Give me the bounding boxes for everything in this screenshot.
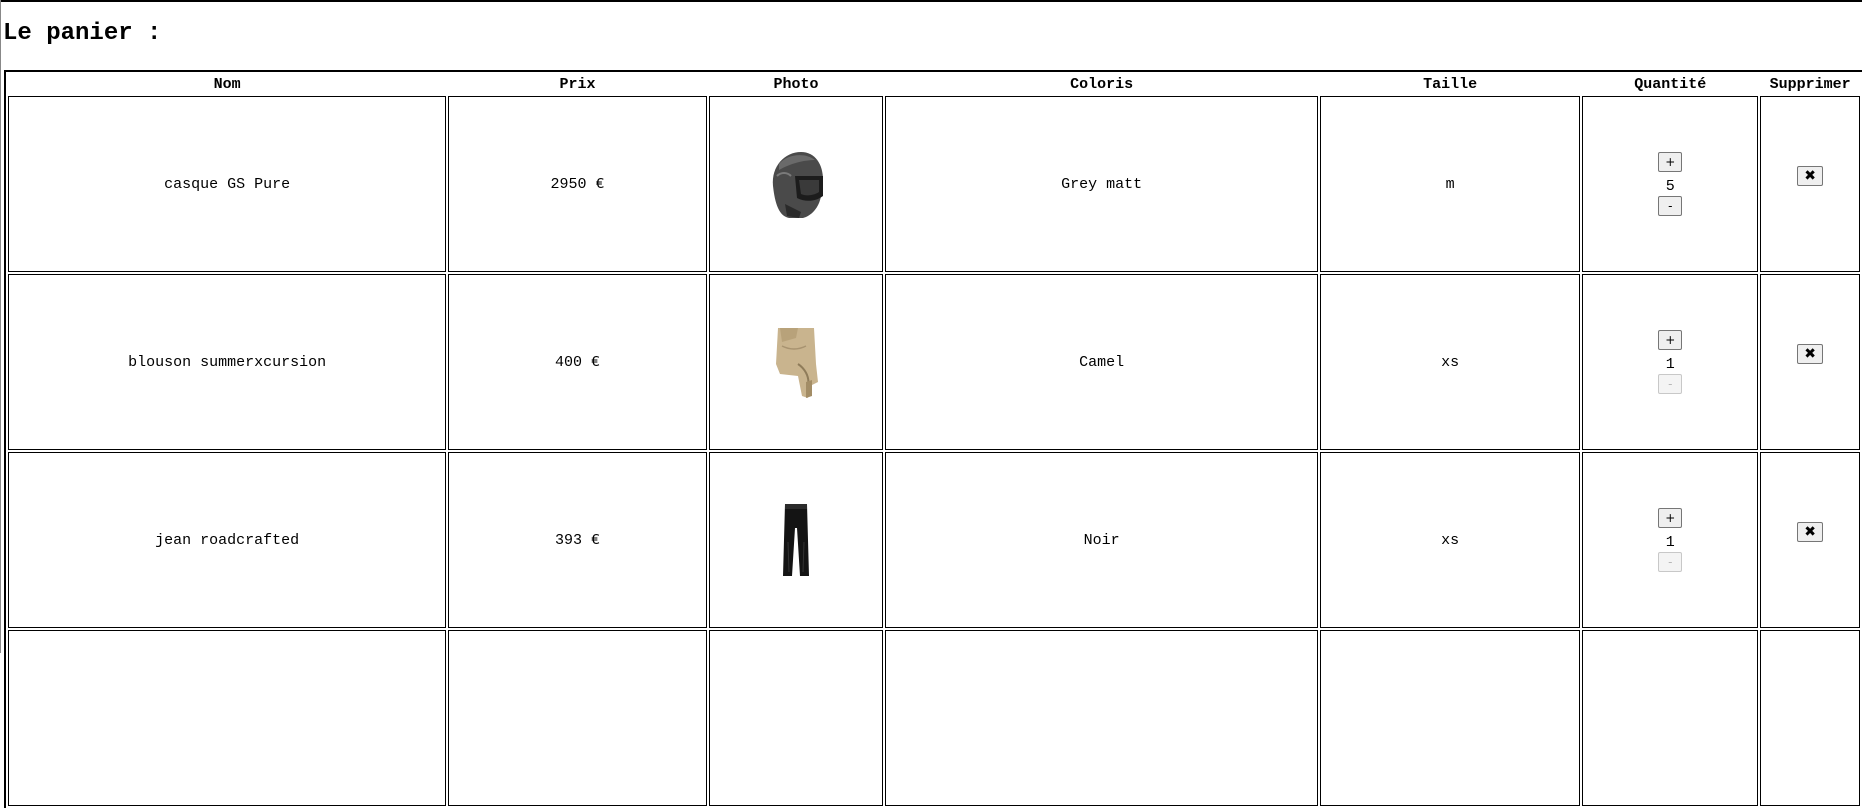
product-photo (708, 452, 884, 628)
product-size: xs (1319, 274, 1581, 450)
product-photo (708, 630, 884, 806)
product-color: Noir (885, 452, 1318, 628)
decrease-quantity-button[interactable]: - (1658, 552, 1683, 572)
increase-quantity-button[interactable]: + (1658, 508, 1683, 528)
quantity-value: 5 (1665, 178, 1675, 195)
product-price: 400 € (448, 274, 707, 450)
product-name: jean roadcrafted (8, 452, 447, 628)
header-size: Taille (1423, 75, 1478, 93)
decrease-quantity-button[interactable]: - (1658, 196, 1683, 216)
quantity-cell: + 1 - (1582, 452, 1759, 628)
table-row (8, 630, 1860, 806)
header-photo: Photo (773, 75, 819, 93)
quantity-value: 1 (1665, 356, 1675, 373)
header-color: Coloris (1070, 75, 1134, 93)
delete-cell: ✖ (1760, 452, 1860, 628)
table-row: blouson summerxcursion 400 € Camel xs + … (8, 274, 1860, 450)
cart-table: Nom Prix Photo Coloris Taille Quantité S… (4, 70, 1862, 808)
delete-cell (1760, 630, 1860, 806)
top-border (0, 0, 1862, 2)
helmet-photo (772, 152, 823, 218)
header-name: Nom (213, 75, 241, 93)
product-price: 393 € (448, 452, 707, 628)
delete-cell: ✖ (1760, 274, 1860, 450)
decrease-quantity-button[interactable]: - (1658, 374, 1683, 394)
product-color: Grey matt (885, 96, 1318, 272)
delete-button[interactable]: ✖ (1797, 166, 1824, 186)
jeans-photo (782, 504, 809, 576)
product-price: 2950 € (448, 96, 707, 272)
delete-cell: ✖ (1760, 96, 1860, 272)
product-photo (708, 96, 884, 272)
increase-quantity-button[interactable]: + (1658, 152, 1683, 172)
product-name: blouson summerxcursion (8, 274, 447, 450)
quantity-cell (1582, 630, 1759, 806)
header-price: Prix (559, 75, 596, 93)
product-size: m (1319, 96, 1581, 272)
table-row: jean roadcrafted 393 € Noir xs + 1 - ✖ (8, 452, 1860, 628)
quantity-value: 1 (1665, 534, 1675, 551)
product-name (8, 630, 447, 806)
product-color (885, 630, 1318, 806)
page-title: Le panier : (3, 20, 162, 47)
delete-button[interactable]: ✖ (1797, 344, 1824, 364)
product-size (1319, 630, 1581, 806)
product-price (448, 630, 707, 806)
increase-quantity-button[interactable]: + (1658, 330, 1683, 350)
quantity-cell: + 5 - (1582, 96, 1759, 272)
product-color: Camel (885, 274, 1318, 450)
product-name: casque GS Pure (8, 96, 447, 272)
left-border (0, 0, 1, 653)
header-row: Nom Prix Photo Coloris Taille Quantité S… (8, 74, 1860, 94)
header-quantity: Quantité (1634, 75, 1707, 93)
jacket-photo (775, 328, 818, 398)
product-photo (708, 274, 884, 450)
quantity-cell: + 1 - (1582, 274, 1759, 450)
table-row: casque GS Pure 2950 € Grey matt m + 5 - … (8, 96, 1860, 272)
header-delete: Supprimer (1769, 75, 1851, 93)
product-size: xs (1319, 452, 1581, 628)
delete-button[interactable]: ✖ (1797, 522, 1824, 542)
